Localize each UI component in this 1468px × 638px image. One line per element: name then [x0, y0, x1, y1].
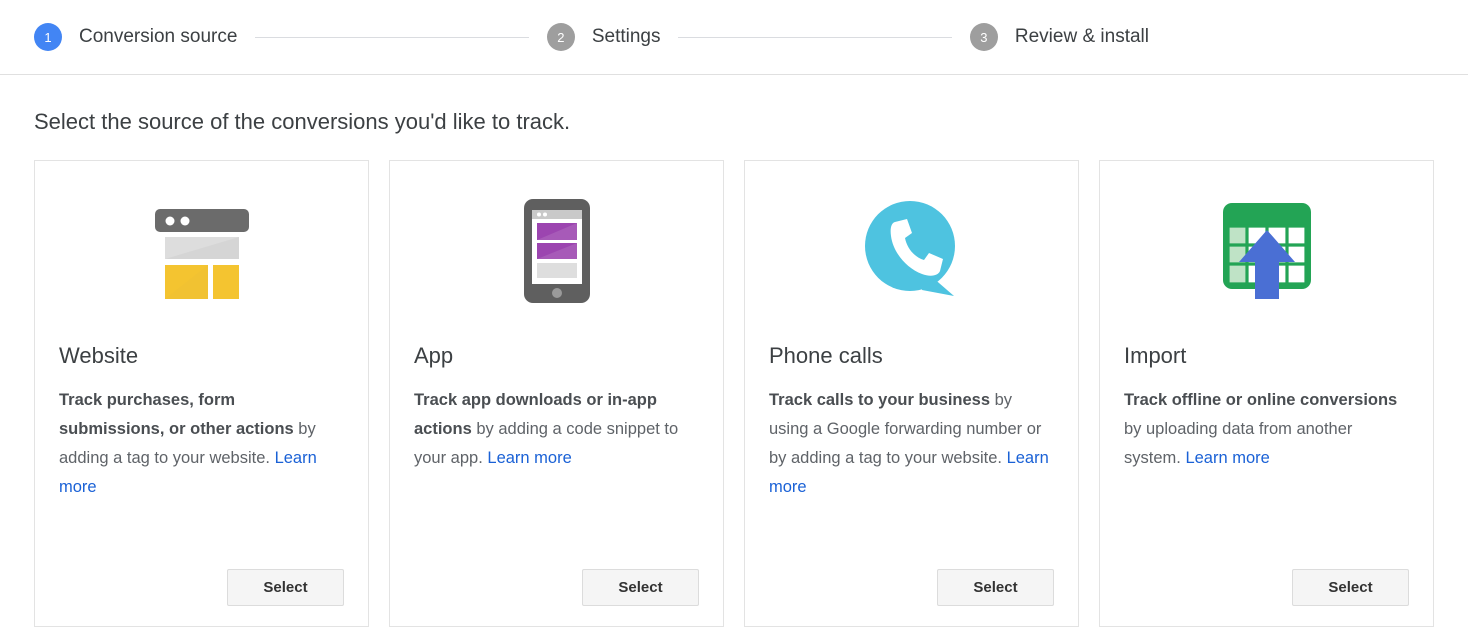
card-description-phone-calls: Track calls to your business by using a … — [769, 386, 1054, 502]
conversion-source-card-list: Website Track purchases, form submission… — [34, 160, 1434, 628]
step-number-badge-3: 3 — [969, 23, 998, 51]
conversion-source-card-phone-calls[interactable]: Phone calls Track calls to your business… — [744, 160, 1079, 628]
learn-more-link-app[interactable]: Learn more — [487, 449, 571, 467]
card-title-import: Import — [1124, 343, 1187, 369]
card-description-bold-phone-calls: Track calls to your business — [769, 390, 991, 409]
phone-call-bubble-icon-art — [864, 201, 955, 297]
card-footer-app: Select — [414, 569, 699, 607]
website-icon-art — [154, 209, 249, 300]
wizard-stepper-bar: 1 Conversion source 2 Settings 3 Review … — [0, 0, 1468, 75]
card-title-phone-calls: Phone calls — [769, 343, 883, 369]
card-description-bold-website: Track purchases, form submissions, or ot… — [59, 390, 294, 438]
stepper-step-review-install[interactable]: 3 Review & install — [969, 23, 1149, 51]
card-title-app: App — [414, 343, 454, 369]
card-description-app: Track app downloads or in-app actions by… — [414, 386, 699, 473]
stepper-connector-2 — [678, 36, 952, 38]
card-footer-website: Select — [59, 569, 344, 607]
stepper-step-settings[interactable]: 2 Settings — [546, 23, 661, 51]
stepper-connector-1 — [255, 36, 529, 38]
card-footer-import: Select — [1124, 569, 1409, 607]
card-footer-phone-calls: Select — [769, 569, 1054, 607]
step-label-settings: Settings — [591, 26, 661, 47]
card-description-import: Track offline or online conversions by u… — [1124, 386, 1409, 473]
conversion-source-card-import[interactable]: Import Track offline or online conversio… — [1099, 160, 1434, 628]
page-title: Select the source of the conversions you… — [34, 109, 571, 134]
page-content: Select the source of the conversions you… — [0, 109, 1468, 628]
spreadsheet-upload-icon — [1124, 191, 1409, 311]
step-label-review-install: Review & install — [1014, 26, 1149, 47]
phone-call-bubble-icon — [769, 191, 1054, 311]
step-number-badge-2: 2 — [546, 23, 575, 51]
card-description-bold-import: Track offline or online conversions — [1124, 390, 1398, 409]
spreadsheet-upload-icon-art — [1222, 203, 1311, 300]
mobile-app-icon-art — [523, 199, 590, 304]
select-button-phone-calls[interactable]: Select — [937, 569, 1054, 607]
step-number-badge-1: 1 — [34, 23, 62, 51]
card-title-website: Website — [59, 343, 139, 369]
step-label-conversion-source: Conversion source — [79, 26, 238, 47]
card-description-website: Track purchases, form submissions, or ot… — [59, 386, 344, 502]
select-button-app[interactable]: Select — [582, 569, 699, 607]
wizard-stepper: 1 Conversion source 2 Settings 3 Review … — [34, 23, 1149, 51]
mobile-app-icon — [414, 191, 699, 311]
select-button-website[interactable]: Select — [227, 569, 344, 607]
conversion-source-card-website[interactable]: Website Track purchases, form submission… — [34, 160, 369, 628]
learn-more-link-import[interactable]: Learn more — [1185, 449, 1269, 467]
stepper-step-conversion-source[interactable]: 1 Conversion source — [34, 23, 237, 51]
conversion-source-card-app[interactable]: App Track app downloads or in-app action… — [389, 160, 724, 628]
website-icon — [59, 191, 344, 311]
select-button-import[interactable]: Select — [1292, 569, 1409, 607]
